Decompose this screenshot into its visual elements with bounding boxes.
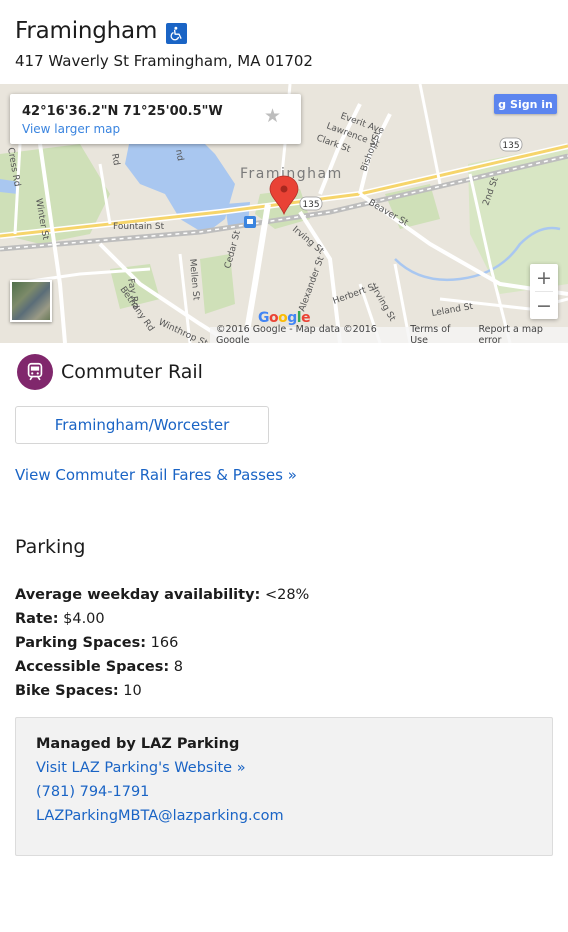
station-address: 417 Waverly St Framingham, MA 01702 — [15, 52, 313, 70]
station-title: Framingham — [15, 18, 158, 44]
map-label: Fountain St — [113, 222, 165, 232]
view-larger-map-link[interactable]: View larger map — [22, 122, 120, 136]
google-plus-icon: g — [498, 97, 507, 111]
satellite-view-toggle[interactable] — [10, 280, 52, 322]
wheelchair-accessible-icon — [166, 22, 188, 44]
managed-by-label: Managed by LAZ Parking — [36, 736, 240, 752]
commuter-rail-icon — [17, 354, 53, 390]
rate-row: Rate: $4.00 — [15, 611, 105, 627]
laz-phone-link[interactable]: (781) 794-1791 — [36, 780, 284, 804]
accessible-spaces-row: Accessible Spaces: 8 — [15, 659, 184, 675]
map-zoom-controls: + − — [530, 264, 558, 319]
map-coordinates: 42°16'36.2"N 71°25'00.5"W — [22, 104, 223, 119]
commuter-rail-fares-link[interactable]: View Commuter Rail Fares & Passes » — [15, 466, 297, 484]
laz-website-link[interactable]: Visit LAZ Parking's Website » — [36, 756, 284, 780]
map-info-box: 42°16'36.2"N 71°25'00.5"W View larger ma… — [10, 94, 301, 144]
route-135-label: 135 — [502, 141, 519, 151]
station-header: Framingham 417 Waverly St Framingham, MA… — [15, 14, 553, 70]
commuter-rail-heading: Commuter Rail — [17, 354, 203, 390]
report-map-error-link[interactable]: Report a map error — [472, 324, 568, 343]
route-135-label: 135 — [302, 200, 319, 210]
parking-heading: Parking — [15, 536, 86, 558]
parking-facts: Average weekday availability: <28% Rate:… — [15, 583, 309, 703]
google-sign-in-button[interactable]: g Sign in — [494, 94, 557, 114]
availability-row: Average weekday availability: <28% — [15, 587, 310, 603]
parking-manager-panel: Managed by LAZ Parking Visit LAZ Parking… — [15, 717, 553, 856]
station-map[interactable]: 135 135 Framingham Everit Ave Lawrence S… — [0, 84, 568, 343]
terms-of-use-link[interactable]: Terms of Use — [404, 324, 472, 343]
bike-spaces-row: Bike Spaces: 10 — [15, 683, 142, 699]
map-copyright: ©2016 Google - Map data ©2016 Google — [216, 324, 377, 343]
save-star-icon[interactable]: ★ — [264, 105, 281, 127]
framingham-worcester-line-button[interactable]: Framingham/Worcester — [15, 406, 269, 444]
laz-email-link[interactable]: LAZParkingMBTA@lazparking.com — [36, 804, 284, 828]
sign-in-label: Sign in — [510, 97, 553, 111]
parking-spaces-row: Parking Spaces: 166 — [15, 635, 179, 651]
map-label: nd — [173, 149, 185, 162]
zoom-in-button[interactable]: + — [530, 264, 558, 291]
commuter-rail-label: Commuter Rail — [61, 361, 203, 383]
zoom-out-button[interactable]: − — [530, 292, 558, 319]
map-attribution-bar: ©2016 Google - Map data ©2016 Google Ter… — [210, 324, 568, 343]
map-label: Rd — [109, 153, 121, 167]
